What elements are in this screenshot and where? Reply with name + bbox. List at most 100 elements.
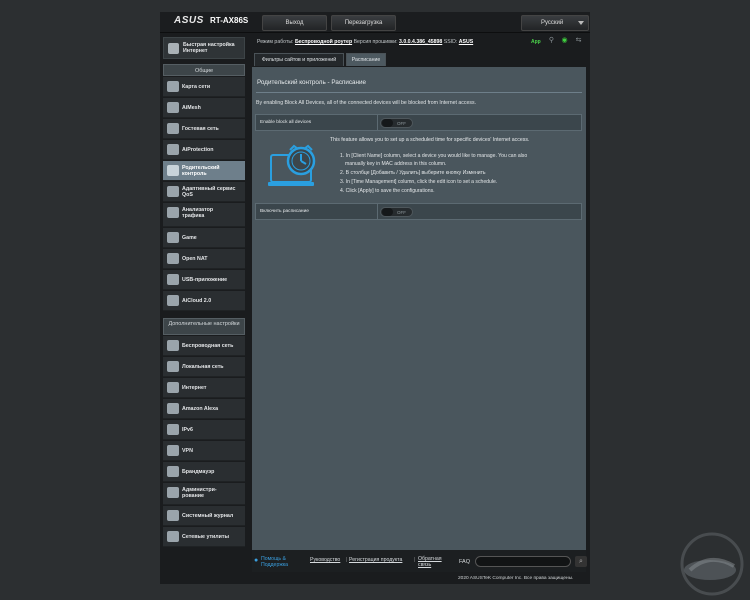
sidebar-item-traffic-analyzer[interactable]: Анализатор трафика xyxy=(163,203,245,227)
manual-link[interactable]: Руководство xyxy=(310,557,340,563)
faq-label: FAQ xyxy=(459,559,471,565)
model-name: RT-AX86S xyxy=(210,16,249,25)
sidebar-item-label: Администри-рование xyxy=(182,487,217,499)
block-all-description: By enabling Block All Devices, all of th… xyxy=(256,100,477,106)
reboot-button[interactable]: Перезагрузка xyxy=(331,15,396,31)
instruction-line: 1. In [Client Name] column, select a dev… xyxy=(340,153,528,159)
qos-gauge-icon xyxy=(167,186,179,197)
sidebar-item-vpn[interactable]: VPN xyxy=(163,441,245,461)
admin-gear-icon xyxy=(167,487,179,498)
sidebar-item-label: USB-приложение xyxy=(182,277,228,283)
quick-internet-setup[interactable]: Быстрая настройка Интернет xyxy=(163,37,245,59)
toggle-state: OFF xyxy=(397,121,406,126)
sidebar-item-aimesh[interactable]: AiMesh xyxy=(163,98,245,118)
sidebar-item-guest-network[interactable]: Гостевая сеть xyxy=(163,119,245,139)
schedule-row: Включить расписание OFF xyxy=(255,203,582,220)
usb-status-icon[interactable]: ⚲ xyxy=(547,37,556,45)
schedule-label: Включить расписание xyxy=(260,209,309,214)
sidebar-item-aiprotection[interactable]: AiProtection xyxy=(163,140,245,160)
instruction-line: 3. In [Time Management] column, click th… xyxy=(340,179,498,185)
ssid-link[interactable]: ASUS xyxy=(459,39,473,45)
footer-separator: | xyxy=(346,557,348,563)
sidebar-item-label: AiCloud 2.0 xyxy=(182,298,212,304)
wifi-icon xyxy=(167,340,179,351)
ssid-label: SSID: xyxy=(443,39,458,45)
tab-schedule[interactable]: Расписание xyxy=(346,53,386,66)
instruction-line: 2. В столбце [Добавить / Удалить] выбери… xyxy=(340,170,486,176)
sidebar-item-label: Open NAT xyxy=(182,256,208,262)
sidebar-item-label: IPv6 xyxy=(182,427,193,433)
faq-search-input[interactable] xyxy=(475,556,571,567)
op-mode-text: Режим работы: Беспроводной роутер Версия… xyxy=(257,39,473,45)
cloud-icon xyxy=(167,295,179,306)
search-icon[interactable]: ⌕ xyxy=(575,556,587,567)
instruction-line: 4. Click [Apply] to save the configurati… xyxy=(340,188,435,194)
shield-icon xyxy=(167,144,179,155)
sidebar-item-label: Amazon Alexa xyxy=(182,406,219,412)
asus-logo[interactable]: ASUS xyxy=(174,15,204,26)
title-divider xyxy=(256,92,582,93)
toggle-knob xyxy=(382,119,393,127)
block-all-label: Enable block all devices xyxy=(260,120,312,125)
quick-setup-label: Быстрая настройка Интернет xyxy=(183,42,235,54)
sidebar-item-parental-control[interactable]: Родительский контроль xyxy=(163,161,245,181)
tab-site-filters[interactable]: Фильтры сайтов и приложений xyxy=(254,53,344,66)
sidebar-item-wan[interactable]: Интернет xyxy=(163,378,245,398)
block-all-row: Enable block all devices OFF xyxy=(255,114,582,131)
register-link[interactable]: Регистрация продукта xyxy=(349,557,402,563)
aimesh-icon xyxy=(167,102,179,113)
guest-network-icon xyxy=(167,123,179,134)
schedule-toggle[interactable]: OFF xyxy=(380,207,413,217)
sidebar-item-label: Интернет xyxy=(182,385,207,391)
sidebar-item-label: Анализатор трафика xyxy=(182,207,214,219)
gamepad-icon xyxy=(167,232,179,243)
sidebar-item-label: Брандмауэр xyxy=(182,469,215,475)
toggle-state: OFF xyxy=(397,210,406,215)
sidebar-item-network-tools[interactable]: Сетевые утилиты xyxy=(163,527,245,547)
sidebar-item-ipv6[interactable]: IPv6 xyxy=(163,420,245,440)
sidebar-item-label: Game xyxy=(182,235,197,241)
traffic-analyzer-icon xyxy=(167,207,179,218)
sidebar-item-usb-app[interactable]: USB-приложение xyxy=(163,270,245,290)
wizard-icon xyxy=(168,43,179,54)
language-select[interactable]: Русский xyxy=(521,15,589,31)
help-support-link[interactable]: Помощь & Поддержка xyxy=(261,556,301,568)
network-tools-icon xyxy=(167,531,179,542)
network-map-icon xyxy=(167,81,179,92)
wifi-status-icon[interactable]: ⇆ xyxy=(574,37,583,45)
sidebar-item-firewall[interactable]: Брандмауэр xyxy=(163,462,245,482)
logout-button[interactable]: Выход xyxy=(262,15,327,31)
firmware-label: Версия прошивки: xyxy=(353,39,398,45)
sidebar-item-game[interactable]: Game xyxy=(163,228,245,248)
sidebar-item-network-map[interactable]: Карта сети xyxy=(163,77,245,97)
app-link[interactable]: App xyxy=(531,39,541,45)
sidebar-item-label: AiMesh xyxy=(182,105,201,111)
sidebar-item-alexa[interactable]: Amazon Alexa xyxy=(163,399,245,419)
sidebar-item-label: Адаптивный сервис QoS xyxy=(182,186,236,198)
sidebar-item-qos[interactable]: Адаптивный сервис QoS xyxy=(163,182,245,202)
open-nat-icon xyxy=(167,253,179,264)
general-header: Общие xyxy=(163,64,245,76)
sidebar-item-label: VPN xyxy=(182,448,193,454)
block-all-toggle[interactable]: OFF xyxy=(380,118,413,128)
firmware-link[interactable]: 3.0.0.4.386_45898 xyxy=(399,39,442,45)
watermark-logo xyxy=(680,532,744,596)
sidebar-item-lan[interactable]: Локальная сеть xyxy=(163,357,245,377)
op-mode-link[interactable]: Беспроводной роутер xyxy=(295,39,352,45)
sidebar-item-label: Системный журнал xyxy=(182,513,234,519)
sidebar-item-open-nat[interactable]: Open NAT xyxy=(163,249,245,269)
sidebar-item-system-log[interactable]: Системный журнал xyxy=(163,506,245,526)
internet-status-icon[interactable]: ◉ xyxy=(560,37,569,45)
sidebar-item-aicloud[interactable]: AiCloud 2.0 xyxy=(163,291,245,311)
ipv6-icon xyxy=(167,424,179,435)
op-mode-label: Режим работы: xyxy=(257,39,294,45)
page-title: Родительский контроль - Расписание xyxy=(257,79,367,86)
sidebar-item-label: AiProtection xyxy=(182,147,214,153)
feedback-link[interactable]: Обратная связь xyxy=(418,556,448,568)
firewall-icon xyxy=(167,466,179,477)
sidebar-item-label: Гостевая сеть xyxy=(182,126,219,132)
sidebar-item-administration[interactable]: Администри-рование xyxy=(163,483,245,505)
sidebar-item-wireless[interactable]: Беспроводная сеть xyxy=(163,336,245,356)
sidebar-item-label: Беспроводная сеть xyxy=(182,343,234,349)
globe-icon xyxy=(167,382,179,393)
